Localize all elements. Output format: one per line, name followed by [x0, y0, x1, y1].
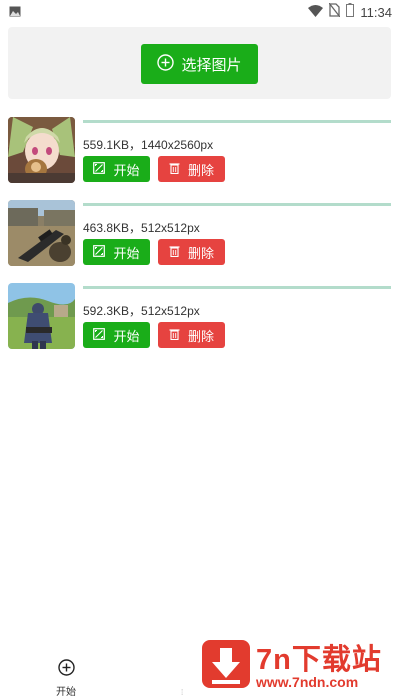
trash-icon [169, 328, 180, 343]
delete-label: 删除 [187, 162, 214, 178]
image-info: 559.1KB，1440x2560px [83, 138, 214, 152]
gallery-notification-icon [9, 4, 21, 22]
tab-divider: ⁞ [181, 688, 184, 697]
select-image-panel: 选择图片 [8, 27, 391, 99]
start-label: 开始 [113, 245, 140, 261]
start-label: 开始 [113, 162, 140, 178]
expand-icon [93, 244, 106, 260]
upload-progress-bar [83, 120, 391, 123]
image-info: 592.3KB，512x512px [83, 304, 200, 318]
image-thumbnail[interactable] [8, 200, 75, 266]
start-button[interactable]: 开始 [83, 239, 150, 265]
delete-button[interactable]: 删除 [158, 322, 225, 348]
watermark-title: 7n下载站 [256, 644, 382, 676]
download-logo-icon [202, 640, 250, 688]
watermark-url: www.7ndn.com [256, 674, 359, 690]
image-thumbnail[interactable] [8, 117, 75, 183]
upload-progress-bar [83, 203, 391, 206]
tab-start[interactable]: 开始 [50, 659, 82, 698]
image-item: 559.1KB，1440x2560px 开始 删除 [8, 117, 392, 183]
status-bar: 11:34 [0, 0, 400, 22]
wifi-icon [308, 4, 324, 22]
start-label: 开始 [113, 328, 140, 344]
trash-icon [169, 162, 180, 177]
delete-button[interactable]: 删除 [158, 239, 225, 265]
battery-icon [346, 3, 355, 22]
no-sim-icon [328, 2, 341, 22]
start-button[interactable]: 开始 [83, 322, 150, 348]
delete-button[interactable]: 删除 [158, 156, 225, 182]
start-button[interactable]: 开始 [83, 156, 150, 182]
progress-fill [83, 203, 391, 206]
upload-progress-bar [83, 286, 391, 289]
delete-label: 删除 [187, 328, 214, 344]
image-item: 592.3KB，512x512px 开始 删除 [8, 283, 392, 349]
expand-icon [93, 327, 106, 343]
select-image-button[interactable]: 选择图片 [141, 44, 258, 84]
image-item: 463.8KB，512x512px 开始 删除 [8, 200, 392, 266]
image-info: 463.8KB，512x512px [83, 221, 200, 235]
expand-icon [93, 161, 106, 177]
tab-start-label: 开始 [56, 687, 76, 698]
image-thumbnail[interactable] [8, 283, 75, 349]
progress-fill [83, 286, 391, 289]
watermark: 7n下载站 www.7ndn.com [198, 636, 394, 692]
clock: 11:34 [360, 5, 392, 20]
select-image-label: 选择图片 [181, 56, 242, 74]
trash-icon [169, 245, 180, 260]
delete-label: 删除 [187, 245, 214, 261]
add-circle-icon [57, 659, 75, 681]
add-circle-icon [157, 53, 175, 75]
progress-fill [83, 120, 391, 123]
